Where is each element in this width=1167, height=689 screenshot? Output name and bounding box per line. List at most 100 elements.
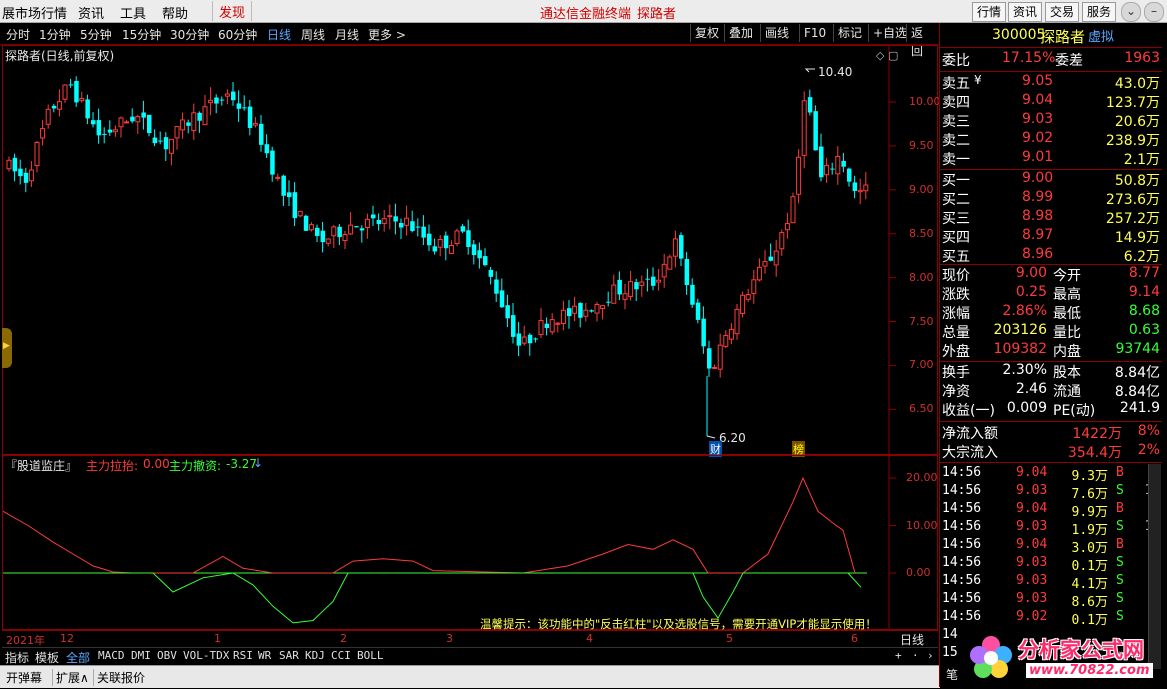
bid-row[interactable]: 买二 8.99 273.6万: [940, 189, 1162, 208]
menu-item-help[interactable]: 帮助: [162, 3, 188, 22]
tab-dmi[interactable]: DMI: [131, 649, 151, 662]
tick-price: 9.04: [1016, 465, 1048, 480]
tab-wr[interactable]: WR: [258, 649, 271, 662]
candle-body: [634, 282, 639, 290]
stat-value: 2.30%: [1002, 362, 1047, 378]
ask-row[interactable]: 卖二 9.02 238.9万: [940, 130, 1162, 149]
stat-value: 0.009: [1006, 400, 1047, 416]
flow-row: 大宗流入 354.4万 2%: [940, 442, 1162, 461]
tab-obv[interactable]: OBV: [157, 649, 177, 662]
menu-icon[interactable]: ⌄: [1121, 2, 1141, 22]
period-tab[interactable]: 15分钟: [122, 26, 161, 43]
indicator-chart: [3, 456, 896, 629]
virtual-tag[interactable]: 虚拟: [1088, 26, 1114, 45]
back-button[interactable]: 返回: [906, 24, 938, 58]
quote-panel: 300005 探路者 虚拟 委比 17.15% 委差 1963 卖五 ¥9.05 4…: [939, 23, 1166, 687]
related-quote-button[interactable]: 关联报价: [93, 669, 145, 686]
candle-body: [830, 168, 835, 170]
tab-sar[interactable]: SAR: [279, 649, 299, 662]
ask-label: 卖三: [942, 114, 970, 130]
kline-panel[interactable]: 探路者(日线,前复权) ◇ ▢ 10.40 6.20 财 榜 10.00 9.50…: [2, 45, 941, 457]
add-watchlist-button[interactable]: +自选: [868, 24, 911, 42]
bid-row[interactable]: 买五 8.96 6.2万: [940, 246, 1162, 265]
ask-label: 卖五: [942, 76, 970, 92]
bid-row[interactable]: 买三 8.98 257.2万: [940, 208, 1162, 227]
period-tab-active[interactable]: 日线: [267, 26, 291, 43]
tab-all[interactable]: 全部: [66, 649, 90, 666]
tick-row: 14:569.031.9万S14: [940, 519, 1162, 538]
period-tab[interactable]: 分时: [6, 26, 30, 43]
candle-body: [354, 226, 359, 228]
service-button[interactable]: 服务: [1082, 2, 1117, 22]
ask-row[interactable]: 卖四 9.04 123.7万: [940, 92, 1162, 111]
flow-percent: 8%: [1137, 423, 1160, 439]
indicator-panel[interactable]: 『股道监庄』 主力拉抬: 0.00 主力撤资: -3.27 ↓ 20.00 10.…: [2, 455, 938, 631]
tab-indicator[interactable]: 指标: [5, 649, 29, 666]
f10-button[interactable]: F10: [799, 24, 830, 42]
period-tab[interactable]: 5分钟: [80, 26, 112, 43]
danmaku-button[interactable]: 开弹幕: [6, 669, 42, 686]
kline-y-tick: 9.50: [909, 138, 934, 152]
flow-percent: 2%: [1137, 442, 1160, 458]
quote-button[interactable]: 行情: [972, 2, 1007, 22]
tab-boll[interactable]: BOLL: [357, 649, 384, 662]
draw-line-button[interactable]: 画线: [760, 24, 793, 42]
candle-body: [466, 230, 471, 247]
period-tab[interactable]: 月线: [335, 26, 359, 43]
menu-item-market[interactable]: 展市场行情: [2, 3, 67, 22]
tab-vol-tdx[interactable]: VOL-TDX: [183, 649, 229, 662]
high-price-label: 10.40: [818, 65, 853, 79]
ask-row[interactable]: 卖五 ¥9.05 43.0万: [940, 73, 1162, 92]
date-label: 2: [340, 632, 347, 645]
candle-body: [841, 160, 846, 167]
adjust-button[interactable]: 复权: [690, 24, 723, 42]
candle-body: [404, 217, 410, 226]
tick-time: 14:56: [942, 465, 982, 480]
news-button[interactable]: 资讯: [1008, 2, 1043, 22]
tab-cci[interactable]: CCI: [331, 649, 351, 662]
ask-row[interactable]: 卖三 9.03 20.6万: [940, 111, 1162, 130]
candle-body: [259, 123, 264, 145]
menu-item-tools[interactable]: 工具: [120, 3, 146, 22]
menu-item-discover[interactable]: 发现: [212, 1, 253, 21]
tab-kdj[interactable]: KDJ: [305, 649, 325, 662]
tab-rsi[interactable]: RSI: [233, 649, 253, 662]
candle-body: [79, 97, 85, 102]
ask-volume: 123.7万: [1105, 95, 1160, 111]
minimize-icon[interactable]: –: [1144, 2, 1164, 22]
tick-time: 14:56: [942, 555, 982, 570]
period-label[interactable]: 日线: [900, 631, 924, 648]
kline-y-tick: 8.50: [909, 226, 934, 240]
expand-icon[interactable]: ◇ ▢: [876, 49, 898, 62]
zoom-in-icon[interactable]: +: [895, 649, 902, 662]
mark-button[interactable]: 标记: [833, 24, 866, 42]
bid-row[interactable]: 买四 8.97 14.9万: [940, 227, 1162, 246]
tab-tick[interactable]: 笔: [946, 666, 958, 683]
more-periods-button[interactable]: 更多 >: [368, 26, 406, 43]
candle-body: [745, 294, 751, 300]
menu-item-info[interactable]: 资讯: [78, 3, 104, 22]
tick-time: 14:56: [942, 537, 982, 552]
candle-body: [6, 159, 12, 170]
bid-row[interactable]: 买一 9.00 50.8万: [940, 170, 1162, 189]
period-tab[interactable]: 30分钟: [170, 26, 209, 43]
tab-template[interactable]: 模板: [35, 649, 59, 666]
period-tab[interactable]: 60分钟: [218, 26, 257, 43]
candle-body: [768, 256, 774, 261]
ask-price: 9.01: [1022, 149, 1054, 165]
zoom-out-icon[interactable]: ·: [912, 649, 919, 662]
candle-body: [45, 108, 51, 125]
period-tab[interactable]: 周线: [301, 26, 325, 43]
expand-button[interactable]: 扩展∧: [52, 669, 89, 686]
candle-body: [606, 301, 611, 303]
ask-row[interactable]: 卖一 9.01 2.1万: [940, 149, 1162, 168]
overlay-button[interactable]: 叠加: [724, 24, 757, 42]
scroll-right-icon[interactable]: ›: [927, 649, 934, 662]
candle-body: [560, 309, 566, 325]
tick-side: S: [1116, 609, 1124, 624]
sidebar-toggle-handle[interactable]: ▶: [2, 328, 12, 368]
tab-macd[interactable]: MACD: [98, 649, 125, 662]
candle-body: [690, 284, 695, 305]
trade-button[interactable]: 交易: [1045, 2, 1080, 22]
period-tab[interactable]: 1分钟: [39, 26, 71, 43]
